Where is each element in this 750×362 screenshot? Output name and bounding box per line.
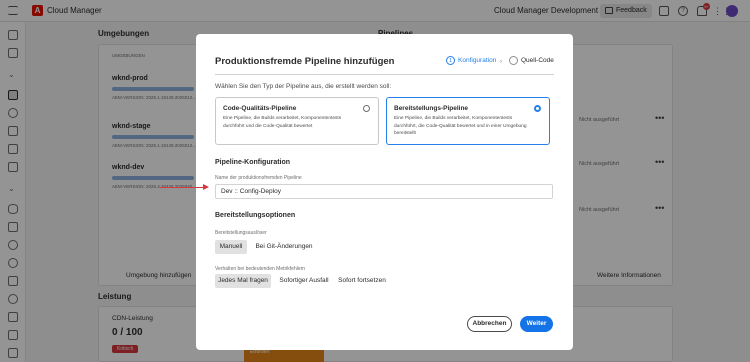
chevron-right-icon: › (500, 59, 502, 65)
annotation-arrow (160, 187, 206, 189)
annotation-arrow-head (203, 184, 209, 190)
trigger-manual-option[interactable]: Manuell (215, 240, 247, 254)
option-title: Bereitstellungs-Pipeline (394, 105, 469, 112)
failure-behavior-label: Verhalten bei bedeutenden Metrikfehlern (215, 266, 306, 272)
deployment-trigger-label: Bereitstellungsauslöser (215, 230, 267, 236)
radio-button-selected[interactable] (534, 105, 541, 112)
failure-continue-option[interactable]: Sofort fortsetzen (336, 274, 388, 288)
deployment-pipeline-option[interactable]: Bereitstellungs-Pipeline Eine Pipeline, … (386, 97, 550, 145)
pipeline-name-input[interactable] (215, 184, 553, 199)
pipeline-config-heading: Pipeline-Konfiguration (215, 159, 291, 166)
pipeline-name-label: Name der produktionsfremden Pipeline (215, 175, 302, 181)
option-title: Code-Qualitäts-Pipeline (223, 105, 297, 112)
next-button[interactable]: Weiter (520, 316, 553, 332)
step-label: Konfiguration (458, 57, 497, 64)
radio-button[interactable] (363, 105, 370, 112)
option-description: Eine Pipeline, die Builds verarbeitet, K… (394, 116, 527, 136)
failure-ask-option[interactable]: Jedes Mal fragen (215, 274, 271, 288)
add-pipeline-dialog: Produktionsfremde Pipeline hinzufügen 1 … (196, 34, 573, 350)
step-number (509, 56, 518, 65)
step-number: 1 (446, 56, 455, 65)
step-label: Quell-Code (521, 57, 554, 64)
code-quality-pipeline-option[interactable]: Code-Qualitäts-Pipeline Eine Pipeline, d… (215, 97, 379, 145)
cancel-button[interactable]: Abbrechen (467, 316, 512, 332)
dialog-title: Produktionsfremde Pipeline hinzufügen (215, 56, 395, 67)
type-prompt: Wählen Sie den Typ der Pipeline aus, die… (215, 83, 392, 90)
failure-fail-option[interactable]: Sofortiger Ausfall (276, 274, 332, 288)
step-source-code: Quell-Code (509, 56, 554, 65)
divider (215, 74, 554, 75)
trigger-git-option[interactable]: Bei Git-Änderungen (252, 240, 316, 254)
step-configuration: 1 Konfiguration (446, 56, 496, 65)
option-description: Eine Pipeline, die Builds verarbeitet, K… (223, 116, 342, 129)
deployment-options-heading: Bereitstellungsoptionen (215, 212, 296, 219)
